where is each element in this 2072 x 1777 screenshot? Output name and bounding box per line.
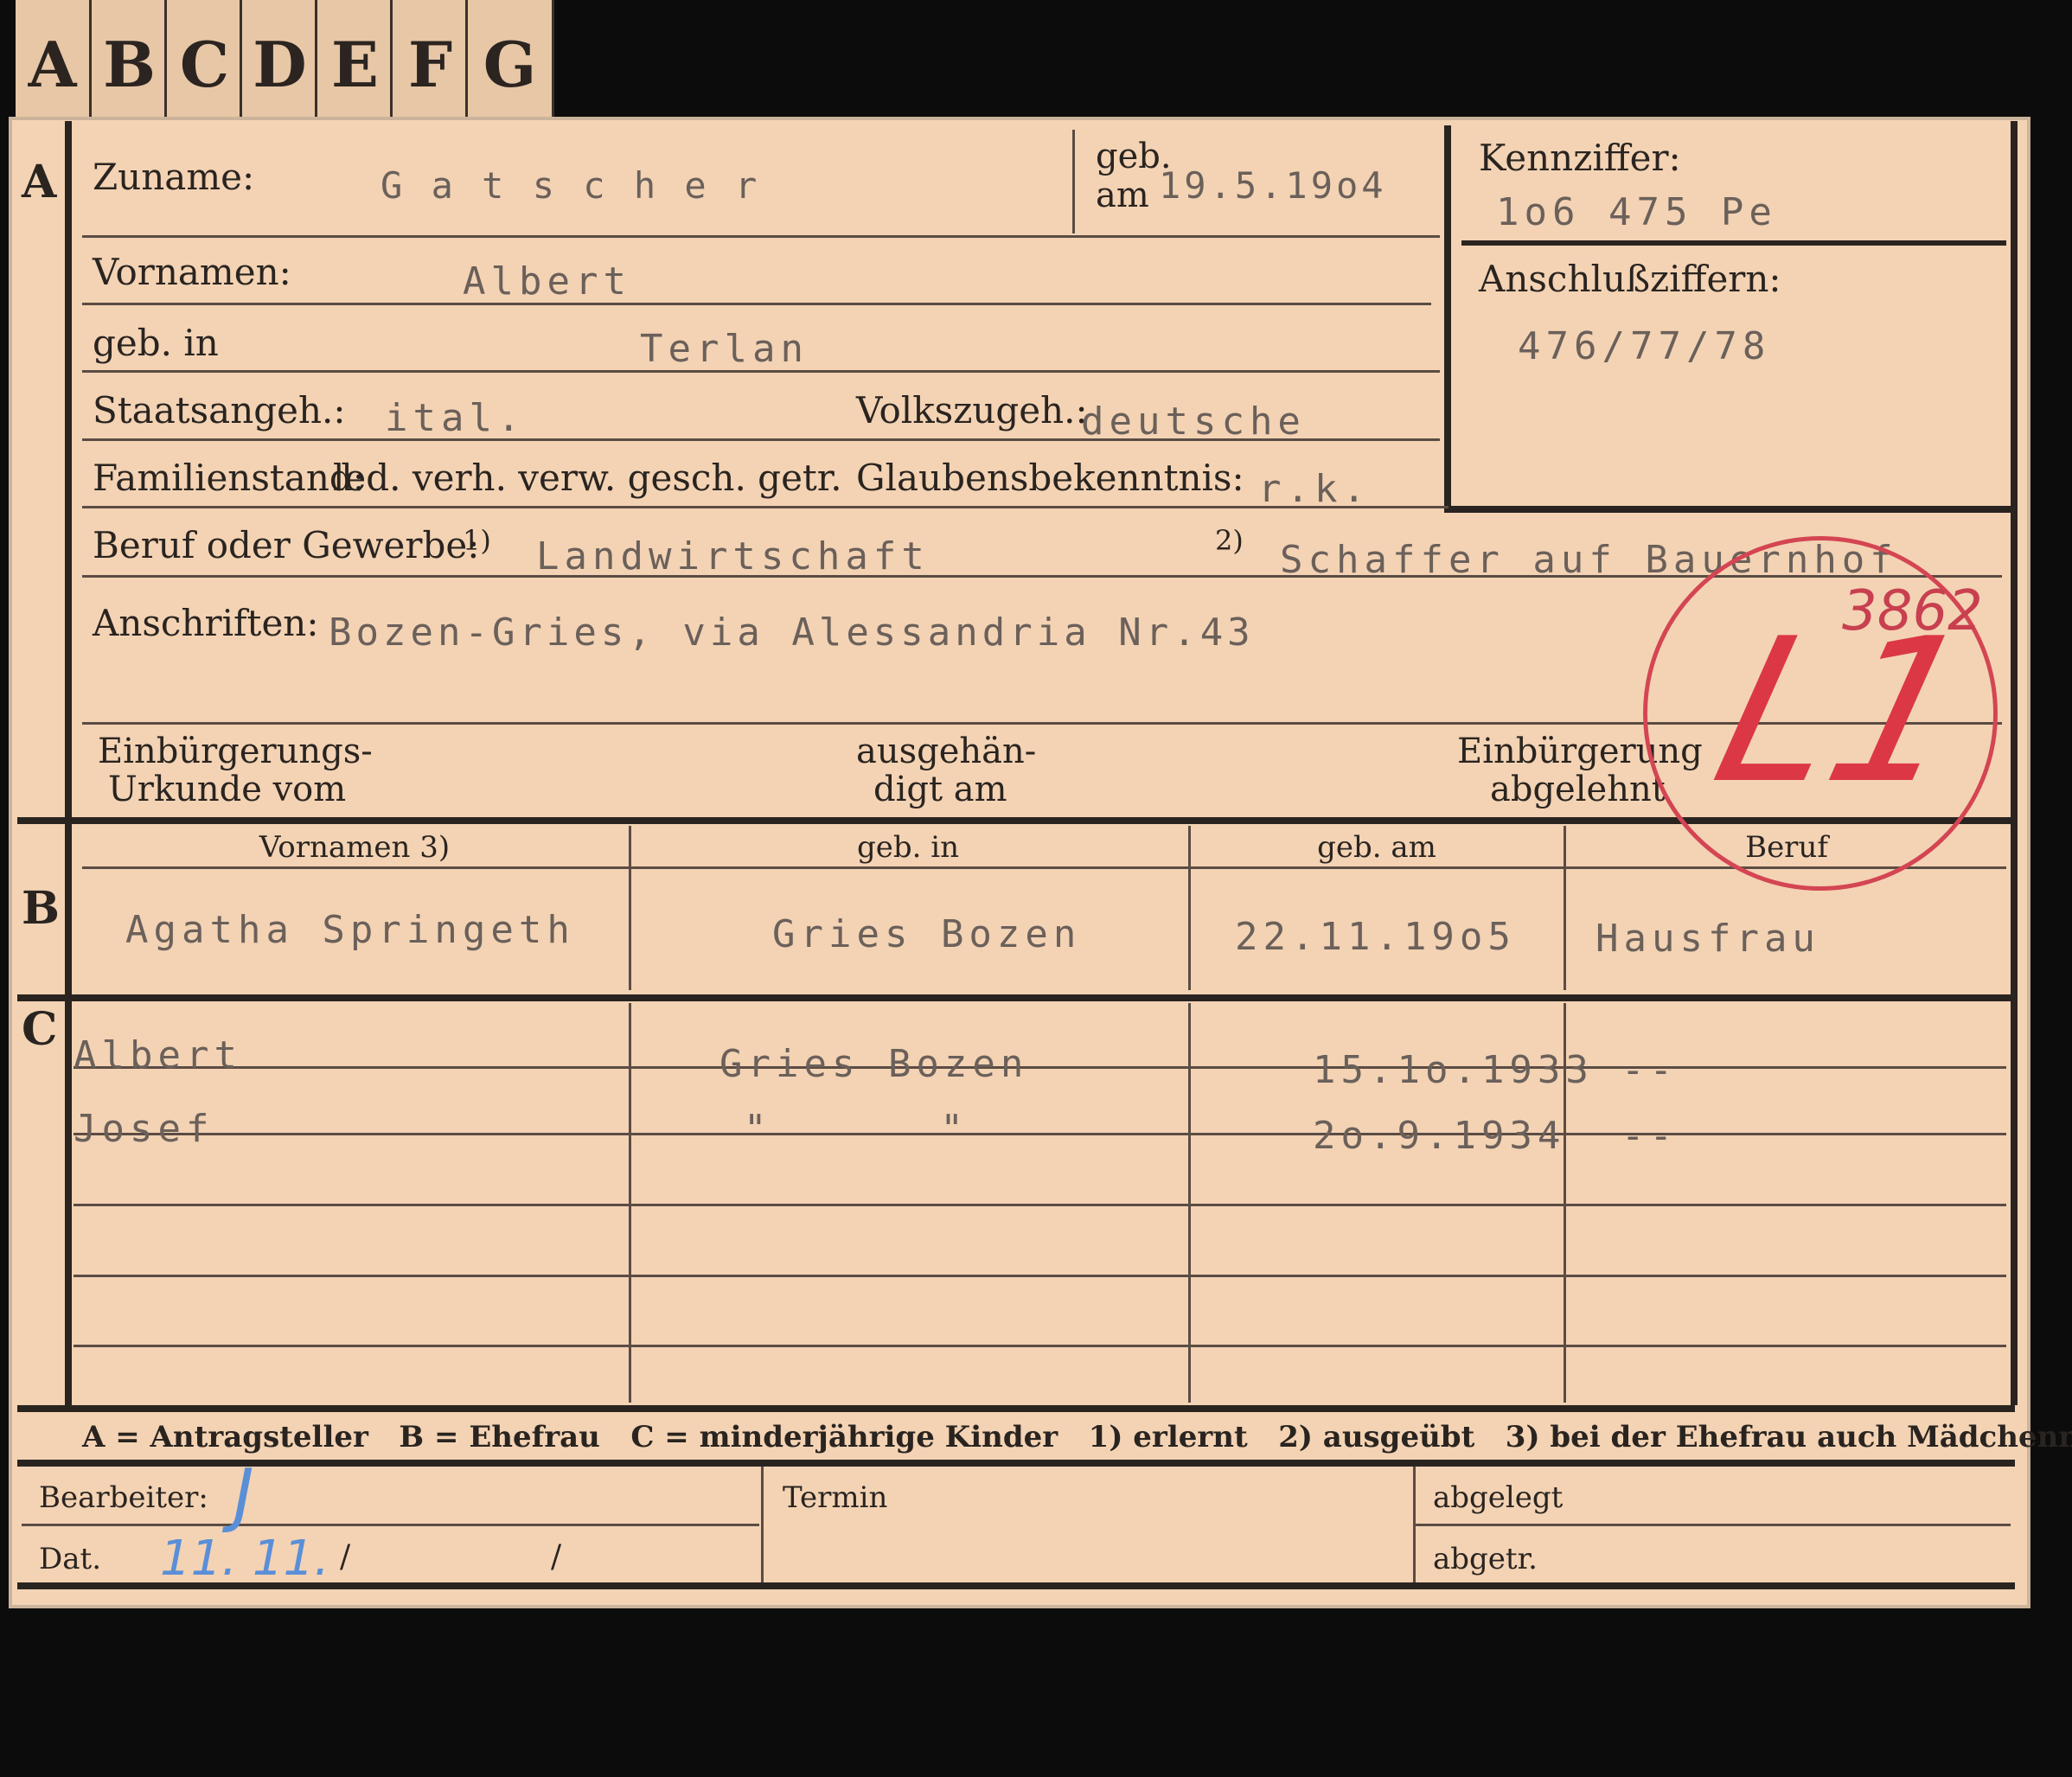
zuname-value: G a t s c h e r [381,164,761,207]
c-row1-vorname: Albert [74,1033,242,1077]
ausgehaendigt-label-2: digt am [873,770,1007,809]
anschluss-label: Anschlußziffern: [1479,258,1781,300]
beruf-label: Beruf oder Gewerbe: [93,524,480,566]
left-margin-rule [65,121,72,1405]
geb-am-divider [1072,130,1075,233]
b-beruf-value: Hausfrau [1596,917,1820,961]
b-header-geb-am: geb. am [1317,830,1436,865]
row-rule-3 [82,370,1440,373]
anschriften-label: Anschriften: [93,602,319,644]
c-row-rule-5 [74,1345,2006,1347]
c-row2-geb-am: 2o.9.1934 [1313,1114,1566,1158]
c-row1-geb-am: 15.1o.1933 [1313,1048,1594,1092]
einbuergerung-label-2: Urkunde vom [108,770,347,809]
b-header-rule [82,866,2006,869]
c-row2-geb-in: " " [744,1107,969,1151]
legend-text: A = Antragsteller B = Ehefrau C = minder… [82,1420,2072,1454]
familienstand-label: Familienstand: [93,457,365,499]
stamp-number: 3862 [1842,579,1983,643]
staatsangeh-label: Staatsangeh.: [93,389,346,431]
tab-e[interactable]: E [315,0,393,117]
anschriften-value: Bozen-Gries, via Alessandria Nr.43 [329,610,1255,655]
zuname-label: Zuname: [93,156,255,198]
tab-a[interactable]: A [16,0,89,117]
tab-b[interactable]: B [89,0,167,117]
dat-value: 11. 11. [160,1531,329,1587]
geb-in-value: Terlan [640,327,809,371]
c-row-rule-1 [74,1066,2006,1069]
familienstand-options: led. verh. verw. gesch. getr. [333,457,842,499]
footer-rule-right [1416,1524,2011,1526]
bearbeiter-value: J [233,1454,254,1535]
c-col-divider-1 [629,1003,631,1403]
kennziffer-value: 1o6 475 Pe [1496,190,1777,234]
c-row1-beruf: -- [1621,1048,1678,1092]
row-rule-2 [82,303,1431,305]
legend-bottom-rule [17,1460,2015,1467]
dat-label: Dat. [39,1542,102,1576]
glaubens-label: Glaubensbekenntnis: [856,457,1244,499]
dat-slash-2: / [551,1539,562,1575]
abgelehnt-label-2: abgelehnt [1490,770,1666,809]
b-geb-am-value: 22.11.19o5 [1235,915,1516,959]
row-rule-4 [82,438,1440,441]
c-row-rule-3 [74,1204,2006,1206]
anschluss-value: 476/77/78 [1518,324,1771,368]
legend-top-rule [17,1405,2015,1412]
section-b-letter: B [22,882,60,935]
b-header-geb-in: geb. in [856,830,960,865]
dat-slash-1: / [340,1539,351,1575]
kennziffer-divider [1461,240,2006,246]
beruf-1-marker: 1) [463,524,491,557]
beruf-2-marker: 2) [1215,524,1244,557]
b-vornamen-value: Agatha Springeth [125,908,575,952]
termin-label: Termin [783,1480,888,1515]
volkszugeh-label: Volkszugeh.: [856,389,1088,431]
geb-am-label-2: am [1096,176,1149,215]
abgetr-label: abgetr. [1433,1542,1538,1576]
row-rule-1 [82,235,1440,238]
einbuergerung-label-1: Einbürgerungs- [98,732,373,771]
c-col-divider-2 [1188,1003,1191,1403]
footer-divider-1 [761,1467,764,1582]
section-a-letter: A [22,156,57,208]
beruf-1-value: Landwirtschaft [536,534,930,578]
row-rule-5 [82,506,1448,508]
geb-in-label: geb. in [93,322,219,364]
c-row2-beruf: -- [1621,1114,1678,1158]
staatsangeh-value: ital. [385,396,526,440]
section-c-letter: C [22,1003,58,1056]
vornamen-label: Vornamen: [93,251,291,293]
b-header-vornamen: Vornamen 3) [259,830,451,865]
kennziffer-box [1444,125,2018,513]
kennziffer-label: Kennziffer: [1479,137,1681,179]
abgelegt-label: abgelegt [1433,1480,1564,1515]
bearbeiter-label: Bearbeiter: [39,1480,208,1515]
vornamen-value: Albert [463,259,631,304]
footer-rule-left [22,1524,759,1526]
section-c-top-rule [17,994,2015,1001]
b-geb-in-value: Gries Bozen [772,912,1082,956]
tab-c[interactable]: C [164,0,242,117]
c-row-rule-4 [74,1275,2006,1277]
tab-f[interactable]: F [390,0,468,117]
index-tab-strip: A B C D E F G [16,0,554,119]
c-row1-geb-in: Gries Bozen [719,1042,1029,1086]
ausgehaendigt-label-1: ausgehän- [856,732,1037,771]
geb-am-value: 19.5.19o4 [1159,164,1387,207]
c-row-rule-2 [74,1133,2006,1135]
tab-g[interactable]: G [465,0,552,117]
tab-d[interactable]: D [240,0,317,117]
c-row2-vorname: Josef [74,1107,214,1151]
volkszugeh-value: deutsche [1081,400,1306,444]
glaubens-value: r.k. [1258,467,1371,511]
